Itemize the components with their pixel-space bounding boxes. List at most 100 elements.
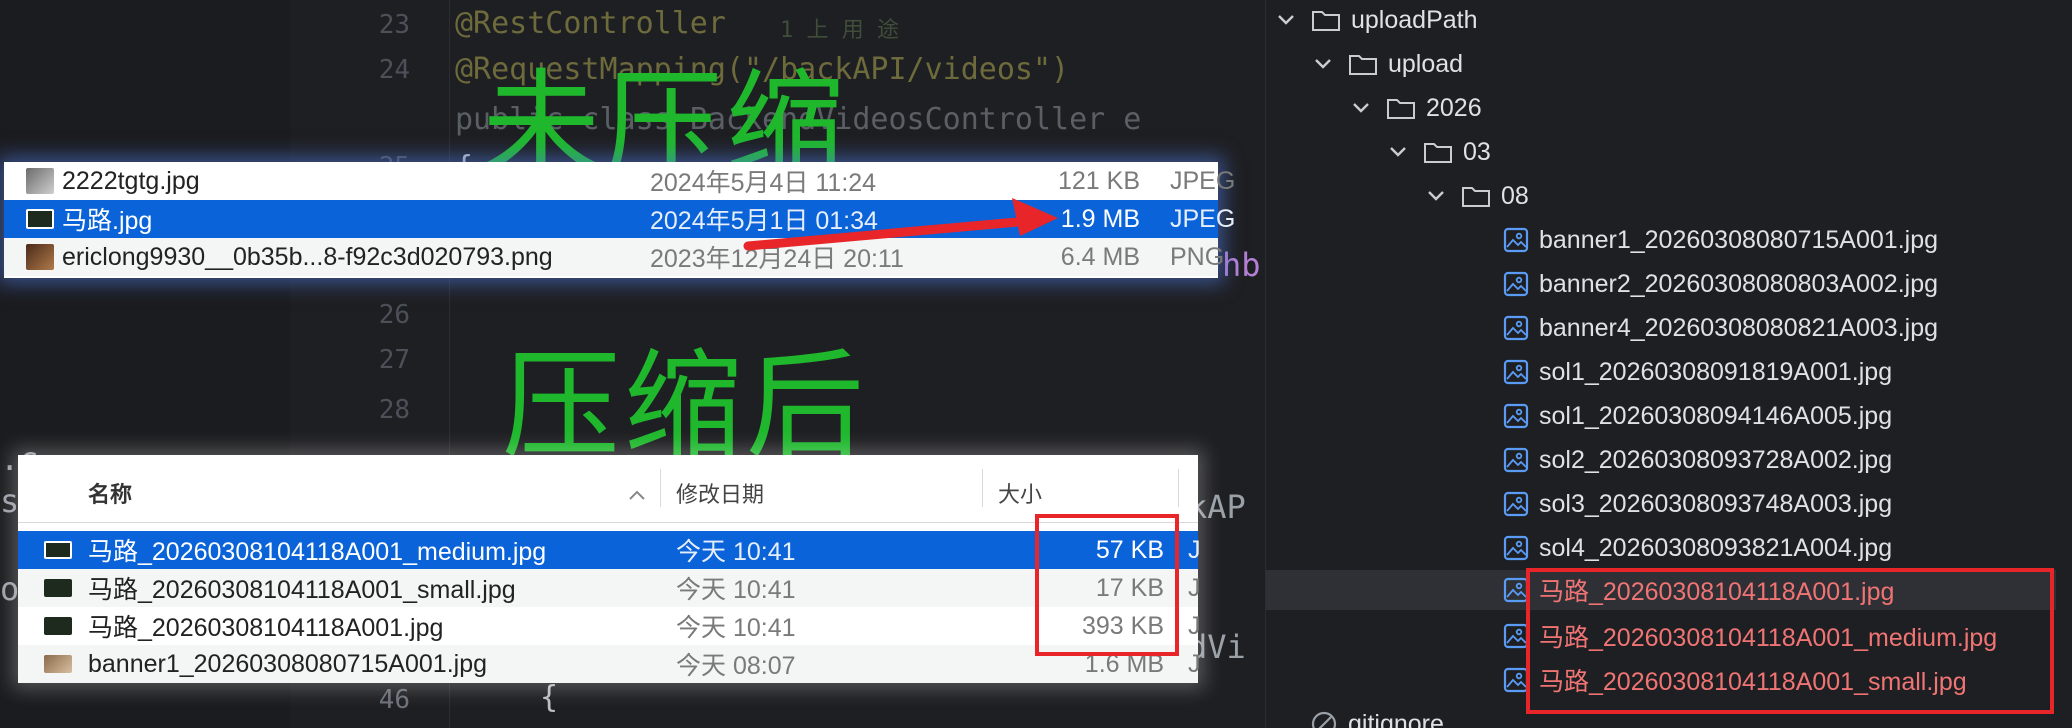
- tree-folder-2026[interactable]: 2026: [1350, 88, 1482, 128]
- file-size: 6.4 MB: [1060, 242, 1140, 271]
- tree-file-label: gitignore: [1348, 709, 1444, 728]
- tree-folder-label: 2026: [1426, 93, 1482, 122]
- image-thumbnail-icon: [44, 617, 72, 635]
- sort-chevron-icon[interactable]: [628, 481, 646, 507]
- ignore-file-icon: [1310, 710, 1338, 728]
- column-size-header[interactable]: 大小: [998, 477, 1042, 509]
- highlight-box-sizes: [1035, 514, 1179, 656]
- file-kind: J: [1188, 535, 1201, 564]
- tree-file[interactable]: sol1_20260308094146A005.jpg: [1503, 396, 1892, 436]
- file-name: banner1_20260308080715A001.jpg: [88, 649, 487, 678]
- column-header: 名称 修改日期 大小: [18, 455, 1198, 523]
- file-size: 1.9 MB: [1060, 204, 1140, 233]
- file-kind: JPEG: [1170, 204, 1236, 233]
- tree-folder-label: 08: [1501, 181, 1529, 210]
- tree-file[interactable]: banner1_20260308080715A001.jpg: [1503, 220, 1938, 260]
- file-row[interactable]: 2222tgtg.jpg 2024年5月4日 11:24 121 KB JPEG: [4, 162, 1235, 200]
- file-kind: PNG: [1170, 242, 1225, 271]
- tree-folder-03[interactable]: 03: [1387, 132, 1491, 172]
- finder-list-compressed[interactable]: 名称 修改日期 大小 马路_20260308104118A001_medium.…: [18, 455, 1201, 683]
- highlight-box-tree: [1526, 568, 2054, 714]
- file-kind: JPEG: [1170, 166, 1236, 195]
- tree-file[interactable]: sol1_20260308091819A001.jpg: [1503, 352, 1892, 392]
- image-file-icon: [1503, 447, 1529, 473]
- tree-file[interactable]: sol4_20260308093821A004.jpg: [1503, 528, 1892, 568]
- image-file-icon: [1503, 535, 1529, 561]
- line-number: 28: [378, 395, 410, 425]
- tree-folder-label: 03: [1463, 137, 1491, 166]
- file-row-selected[interactable]: 马路_20260308104118A001_medium.jpg 今天 10:4…: [18, 531, 1201, 569]
- image-thumbnail-icon: [26, 209, 54, 229]
- image-thumbnail-icon: [44, 579, 72, 597]
- folder-icon: [1461, 184, 1491, 208]
- image-thumbnail-icon: [26, 168, 54, 194]
- file-date: 今天 10:41: [676, 576, 796, 604]
- image-thumbnail-icon: [44, 655, 72, 673]
- tree-file-label: banner1_20260308080715A001.jpg: [1539, 225, 1938, 254]
- folder-icon: [1348, 52, 1378, 76]
- tree-file-label: sol2_20260308093728A002.jpg: [1539, 445, 1893, 474]
- chevron-down-icon[interactable]: [1425, 185, 1447, 207]
- file-row[interactable]: 马路_20260308104118A001_small.jpg 今天 10:41…: [18, 569, 1201, 607]
- file-name: 马路.jpg: [62, 207, 153, 235]
- tree-file[interactable]: banner2_20260308080803A002.jpg: [1503, 264, 1938, 304]
- folder-icon: [1423, 140, 1453, 164]
- line-number: 27: [378, 345, 410, 375]
- image-file-icon: [1503, 403, 1529, 429]
- file-date: 2024年5月4日 11:24: [650, 169, 877, 197]
- file-kind: J: [1188, 649, 1201, 678]
- file-row-selected[interactable]: 马路.jpg 2024年5月1日 01:34 1.9 MB JPEG: [4, 200, 1235, 238]
- tree-file-label: banner4_20260308080821A003.jpg: [1539, 313, 1938, 342]
- tree-file[interactable]: sol2_20260308093728A002.jpg: [1503, 440, 1892, 480]
- tree-file-label: sol4_20260308093821A004.jpg: [1539, 533, 1893, 562]
- column-separator[interactable]: [982, 469, 983, 507]
- file-kind: J: [1188, 573, 1201, 602]
- file-row[interactable]: 马路_20260308104118A001.jpg 今天 10:41 393 K…: [18, 607, 1201, 645]
- folder-icon: [1311, 8, 1341, 32]
- image-file-icon: [1503, 359, 1529, 385]
- tree-file-label: sol3_20260308093748A003.jpg: [1539, 489, 1893, 518]
- file-name: 马路_20260308104118A001_medium.jpg: [88, 538, 547, 566]
- chevron-down-icon[interactable]: [1387, 141, 1409, 163]
- column-separator[interactable]: [1178, 469, 1179, 507]
- image-file-icon: [1503, 271, 1529, 297]
- tree-file-label: banner2_20260308080803A002.jpg: [1539, 269, 1938, 298]
- file-name: 2222tgtg.jpg: [62, 166, 200, 195]
- tree-file[interactable]: banner4_20260308080821A003.jpg: [1503, 308, 1938, 348]
- image-file-icon: [1503, 491, 1529, 517]
- chevron-down-icon[interactable]: [1312, 53, 1334, 75]
- tree-folder-uploadpath[interactable]: uploadPath: [1275, 0, 1478, 40]
- tree-folder-label: uploadPath: [1351, 5, 1478, 34]
- tree-folder-upload[interactable]: upload: [1312, 44, 1463, 84]
- image-file-icon: [1503, 315, 1529, 341]
- file-date: 2024年5月1日 01:34: [650, 207, 878, 235]
- tree-file[interactable]: sol3_20260308093748A003.jpg: [1503, 484, 1892, 524]
- file-date: 今天 10:41: [676, 538, 796, 566]
- tree-folder-08[interactable]: 08: [1425, 176, 1529, 216]
- file-row[interactable]: banner1_20260308080715A001.jpg 今天 08:07 …: [18, 645, 1201, 683]
- file-kind: J: [1188, 611, 1201, 640]
- file-row[interactable]: ericlong9930__0b35b...8-f92c3d020793.png…: [4, 238, 1224, 276]
- file-name: 马路_20260308104118A001_small.jpg: [88, 576, 516, 604]
- finder-list-original[interactable]: 2222tgtg.jpg 2024年5月4日 11:24 121 KB JPEG…: [4, 162, 1235, 278]
- side-fragment: hb: [1222, 246, 1261, 284]
- file-name: 马路_20260308104118A001.jpg: [88, 614, 444, 642]
- folder-icon: [1386, 96, 1416, 120]
- chevron-down-icon[interactable]: [1275, 9, 1297, 31]
- file-date: 今天 08:07: [676, 652, 796, 680]
- file-name: ericlong9930__0b35b...8-f92c3d020793.png: [62, 242, 553, 271]
- line-number: 23: [378, 10, 410, 40]
- tree-file-label: sol1_20260308094146A005.jpg: [1539, 401, 1893, 430]
- line-number: 24: [378, 55, 410, 85]
- column-separator[interactable]: [660, 469, 661, 507]
- chevron-down-icon[interactable]: [1350, 97, 1372, 119]
- tree-file-label: sol1_20260308091819A001.jpg: [1539, 357, 1893, 386]
- file-date: 今天 10:41: [676, 614, 796, 642]
- image-file-icon: [1503, 227, 1529, 253]
- image-thumbnail-icon: [44, 541, 72, 559]
- screenshot-stage: .c sh oa 23 24 25 26 27 28 46 @RestContr…: [0, 0, 2072, 728]
- tree-file-gitignore[interactable]: gitignore: [1310, 704, 1444, 728]
- image-thumbnail-icon: [26, 244, 54, 270]
- column-date-header[interactable]: 修改日期: [676, 477, 764, 509]
- column-name-header[interactable]: 名称: [88, 477, 132, 509]
